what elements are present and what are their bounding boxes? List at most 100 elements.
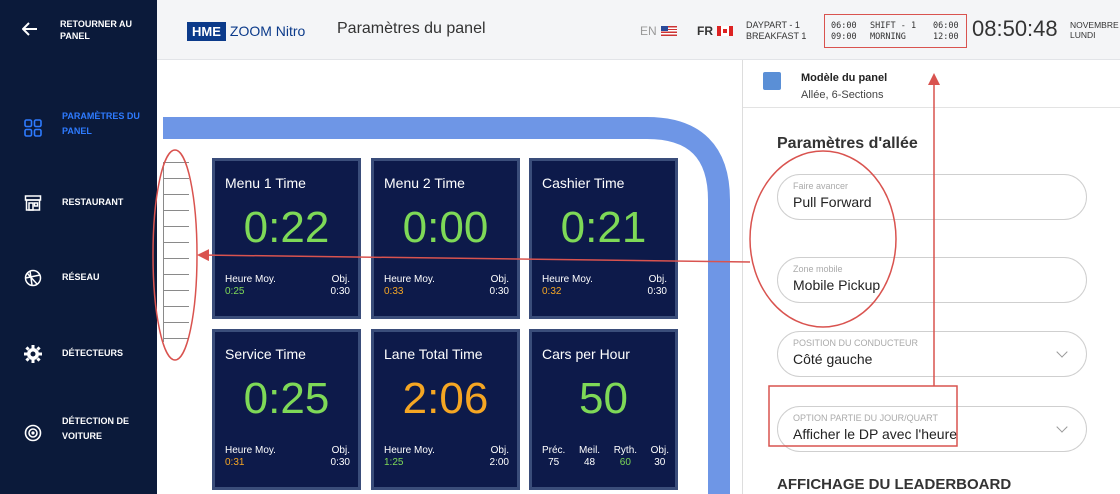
field-label: OPTION PARTIE DU JOUR/QUART (793, 413, 939, 423)
canada-flag-icon (717, 26, 733, 36)
tile-value: 0:00 (402, 203, 489, 252)
daypart-info: DAYPART - 1 BREAKFAST 1 (746, 20, 806, 42)
avg-label: Heure Moy. (384, 445, 435, 456)
tile-value: 2:06 (402, 374, 489, 423)
tile-footer: Heure Moy. 0:33 Obj. 0:30 (384, 274, 509, 298)
tile-title: Menu 2 Time (384, 175, 465, 191)
cars-stats: Préc. 75 Meil. 48 Ryth. 60 Obj. 30 (542, 445, 669, 469)
us-flag-icon (660, 26, 677, 36)
mobile-zone-field[interactable]: Zone mobile Mobile Pickup (777, 257, 1087, 303)
sidebar: RETOURNER AU PANEL PARAMÈTRES DU PANEL R… (0, 0, 157, 494)
avg-value: 1:25 (384, 457, 404, 468)
sidebar-item-car-detection[interactable]: DÉTECTION DE VOITURE (0, 410, 157, 456)
grid-icon (24, 119, 42, 137)
sidebar-item-network[interactable]: RÉSEAU (0, 255, 157, 301)
chevron-down-icon (1056, 421, 1068, 433)
driver-position-select[interactable]: POSITION DU CONDUCTEUR Côté gauche (777, 331, 1087, 377)
goal-label: Obj. (490, 445, 509, 456)
metric-tile-menu2[interactable]: Menu 2 Time 0:00 Heure Moy. 0:33 Obj. 0:30 (371, 158, 520, 319)
field-value: Pull Forward (793, 194, 872, 210)
shift-end-1: 06:00 (933, 21, 959, 31)
field-label: Faire avancer (793, 181, 849, 191)
tile-footer: Heure Moy. 0:25 Obj. 0:30 (225, 274, 350, 298)
chevron-down-icon (1056, 346, 1068, 358)
tile-value: 0:25 (243, 374, 330, 423)
daypart-option-select[interactable]: OPTION PARTIE DU JOUR/QUART Afficher le … (777, 406, 1087, 452)
network-icon (24, 269, 42, 287)
tile-title: Menu 1 Time (225, 175, 306, 191)
language-en-label: EN (640, 24, 657, 38)
tile-title: Lane Total Time (384, 346, 483, 362)
sidebar-item-label: RÉSEAU (62, 272, 100, 282)
field-value: Afficher le DP avec l'heure (793, 426, 958, 442)
goal-label: Obj. (331, 445, 350, 456)
sidebar-item-restaurant[interactable]: RESTAURANT (0, 180, 157, 226)
stat-label: Obj. (650, 445, 669, 456)
field-value: Côté gauche (793, 351, 873, 367)
avg-label: Heure Moy. (225, 274, 276, 285)
avg-label: Heure Moy. (225, 445, 276, 456)
current-time: 08:50:48 (972, 16, 1058, 41)
arrow-left-icon (22, 22, 37, 36)
tile-footer: Heure Moy. 1:25 Obj. 2:00 (384, 445, 509, 469)
daypart-line2: BREAKFAST 1 (746, 31, 807, 41)
goal-value: 0:30 (489, 286, 509, 297)
leaderboard-title: AFFICHAGE DU LEADERBOARD (777, 476, 1012, 493)
avg-value: 0:25 (225, 286, 245, 297)
back-label: RETOURNER AU PANEL (60, 19, 133, 41)
shift-name-1: SHIFT - 1 (870, 21, 917, 31)
sidebar-item-label: RESTAURANT (62, 197, 124, 207)
gear-icon (24, 345, 42, 363)
daypart-line1: DAYPART - 1 (746, 20, 800, 30)
shift-start-2: 09:00 (831, 32, 857, 42)
language-en-button[interactable]: EN (640, 24, 677, 38)
date-line1: NOVEMBRE (1070, 20, 1119, 30)
stat-label: Meil. (578, 445, 601, 456)
tile-title: Cars per Hour (542, 346, 630, 362)
sidebar-item-panel-settings[interactable]: PARAMÈTRES DU PANEL (0, 105, 157, 151)
tile-value: 0:21 (560, 203, 647, 252)
goal-label: Obj. (490, 274, 509, 285)
language-fr-label: FR (697, 24, 713, 38)
stat-value: 75 (548, 457, 560, 468)
metric-tile-menu1[interactable]: Menu 1 Time 0:22 Heure Moy. 0:25 Obj. 0:30 (212, 158, 361, 319)
stat-label: Préc. (542, 445, 566, 456)
avg-value: 0:32 (542, 286, 562, 297)
current-date: NOVEMBRE LUNDI (1070, 20, 1120, 40)
shift-start-1: 06:00 (831, 21, 857, 31)
tile-value: 0:22 (243, 203, 330, 252)
language-fr-button[interactable]: FR (697, 24, 733, 38)
panel-layout-icon (763, 72, 781, 90)
lane-preview-area: Menu 1 Time 0:22 Heure Moy. 0:25 Obj. 0:30… (157, 60, 742, 494)
stat-value: 30 (654, 457, 666, 468)
stat-value: 48 (583, 457, 596, 468)
back-to-panel-button[interactable]: RETOURNER AU PANEL (0, 0, 157, 60)
sidebar-item-detectors[interactable]: DÉTECTEURS (0, 331, 157, 377)
tile-footer: Heure Moy. 0:32 Obj. 0:30 (542, 274, 667, 298)
field-label: Zone mobile (793, 264, 843, 274)
pull-forward-field[interactable]: Faire avancer Pull Forward (777, 174, 1087, 220)
avg-value: 0:31 (225, 457, 245, 468)
avg-value: 0:33 (384, 286, 404, 297)
metric-tile-service[interactable]: Service Time 0:25 Heure Moy. 0:31 Obj. 0:3… (212, 329, 361, 490)
avg-label: Heure Moy. (384, 274, 435, 285)
metric-tile-lane-total[interactable]: Lane Total Time 2:06 Heure Moy. 1:25 Obj.… (371, 329, 520, 490)
panel-model-selector[interactable]: Modèle du panel Allée, 6-Sections (743, 60, 1120, 108)
tile-title: Service Time (225, 346, 306, 362)
sidebar-item-label: DÉTECTION DE VOITURE (62, 416, 130, 441)
settings-panel: Modèle du panel Allée, 6-Sections Paramè… (742, 60, 1120, 494)
brand-logo: HME ZOOM Nitro (187, 20, 305, 42)
brand-zoom-nitro: ZOOM Nitro (229, 23, 306, 39)
lane-settings-title: Paramètres d'allée (777, 135, 918, 152)
sidebar-item-label: PARAMÈTRES DU PANEL (62, 111, 140, 136)
page-title: Paramètres du panel (337, 20, 486, 37)
tile-title: Cashier Time (542, 175, 625, 191)
metric-tile-cars-per-hour[interactable]: Cars per Hour 50 Préc. 75 Meil. 48 Ryth. 60… (529, 329, 678, 490)
stat-label: Ryth. (613, 445, 638, 456)
tile-footer: Heure Moy. 0:31 Obj. 0:30 (225, 445, 350, 469)
metric-tile-cashier[interactable]: Cashier Time 0:21 Heure Moy. 0:32 Obj. 0:3… (529, 158, 678, 319)
sidebar-item-label: DÉTECTEURS (62, 348, 124, 358)
goal-label: Obj. (331, 274, 350, 285)
goal-value: 0:30 (647, 286, 667, 297)
model-title: Modèle du panel (801, 72, 888, 84)
